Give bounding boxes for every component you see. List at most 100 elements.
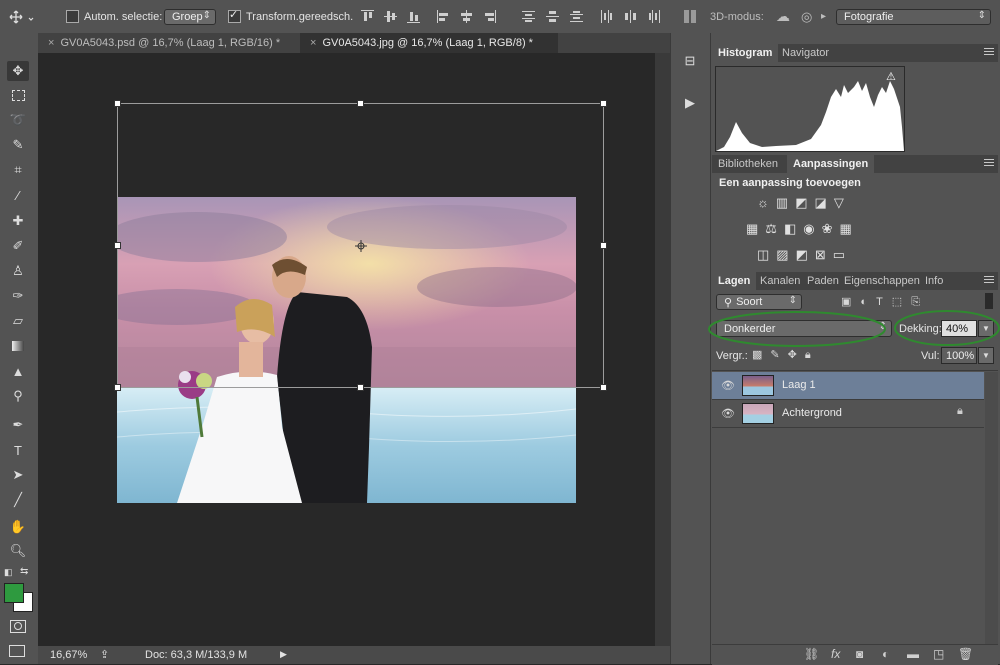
blur-tool-icon[interactable]: ▲ bbox=[7, 361, 29, 381]
fill-input[interactable]: 100% bbox=[941, 347, 977, 364]
gradient-map-filter-icon[interactable]: ▽ bbox=[834, 195, 851, 210]
brush-tool-icon[interactable]: ✐ bbox=[7, 236, 29, 256]
move-tool-icon[interactable]: ✥ bbox=[7, 61, 29, 81]
tab-histogram[interactable]: Histogram bbox=[712, 44, 779, 62]
new-layer-icon[interactable]: ◳ bbox=[933, 647, 944, 661]
gradient-map-icon[interactable]: ▭ bbox=[833, 247, 852, 262]
layer-row-achtergrond[interactable]: 👁︎ Achtergrond 🔒︎ bbox=[712, 400, 984, 428]
selective-color-icon[interactable]: ⊠ bbox=[815, 247, 833, 262]
brightness-icon[interactable]: ☼ bbox=[757, 195, 776, 210]
type-tool-icon[interactable]: T bbox=[7, 440, 29, 460]
share-icon[interactable]: ⇪ bbox=[100, 648, 109, 661]
layer-name[interactable]: Achtergrond bbox=[782, 407, 842, 419]
quick-mask-icon[interactable] bbox=[10, 620, 26, 633]
tab-adjustments[interactable]: Aanpassingen bbox=[787, 155, 875, 173]
lock-position-icon[interactable]: ✥ bbox=[788, 349, 805, 361]
gradient-tool-icon[interactable] bbox=[7, 336, 29, 356]
color-balance-icon[interactable]: ⚖ bbox=[765, 221, 784, 236]
fill-slider-arrow-icon[interactable]: ▼ bbox=[978, 347, 994, 364]
auto-select-check[interactable] bbox=[66, 10, 79, 23]
history-brush-tool-icon[interactable]: ✑ bbox=[7, 286, 29, 306]
layer-style-fx-icon[interactable]: fx bbox=[831, 647, 840, 661]
crop-tool-icon[interactable]: ⌗ bbox=[7, 160, 29, 180]
distribute-left-icon[interactable] bbox=[600, 10, 613, 23]
color-lookup-icon[interactable]: ▦ bbox=[840, 221, 859, 236]
tab-navigator[interactable]: Navigator bbox=[776, 44, 835, 62]
channel-mixer-icon[interactable]: ❀ bbox=[822, 221, 840, 236]
3d-more-icon[interactable]: ▸ bbox=[821, 0, 826, 33]
transform-bounding-box[interactable] bbox=[110, 96, 612, 396]
new-group-icon[interactable]: ▬ bbox=[907, 647, 919, 661]
workspace-dropdown[interactable]: Fotografie bbox=[836, 0, 991, 33]
tab-channels[interactable]: Kanalen bbox=[754, 272, 806, 290]
status-menu-arrow-icon[interactable]: ▶ bbox=[280, 649, 287, 660]
document-tab-jpg[interactable]: × GV0A5043.jpg @ 16,7% (Laag 1, RGB/8) * bbox=[300, 33, 558, 53]
eraser-tool-icon[interactable]: ▱ bbox=[7, 311, 29, 331]
align-top-icon[interactable] bbox=[361, 10, 374, 23]
posterize-icon[interactable]: ▨ bbox=[776, 247, 795, 262]
type-filter-icon[interactable]: T bbox=[876, 296, 892, 308]
path-select-tool-icon[interactable]: ➤ bbox=[7, 465, 29, 485]
screen-mode-icon[interactable] bbox=[9, 645, 25, 657]
transform-controls-checkbox[interactable]: Transform.gereedsch. bbox=[228, 0, 353, 33]
visibility-eye-icon[interactable]: 👁︎ bbox=[721, 379, 735, 392]
auto-select-dropdown[interactable]: Groep bbox=[164, 0, 216, 33]
filter-toggle-switch[interactable] bbox=[985, 293, 993, 309]
zoom-level[interactable]: 16,67% bbox=[50, 649, 87, 661]
new-adjustment-layer-icon[interactable]: ◐ bbox=[882, 647, 889, 661]
distribute-bottom-icon[interactable] bbox=[570, 10, 583, 23]
hand-tool-icon[interactable]: ✋ bbox=[7, 517, 29, 537]
tab-libraries[interactable]: Bibliotheken bbox=[712, 155, 784, 173]
dodge-tool-icon[interactable]: ⚲ bbox=[7, 386, 29, 406]
panel-menu-icon[interactable] bbox=[984, 159, 994, 168]
black-white-icon[interactable]: ◧ bbox=[784, 221, 803, 236]
canvas-vertical-scrollbar[interactable] bbox=[655, 53, 670, 646]
3d-orbit-icon[interactable]: ☁ bbox=[776, 0, 790, 33]
pixel-filter-icon[interactable]: ▣ bbox=[841, 296, 860, 308]
history-panel-icon[interactable]: ⊟ bbox=[680, 53, 700, 73]
default-colors-icon[interactable]: ◧ bbox=[4, 567, 13, 578]
move-tool-preset-icon[interactable] bbox=[8, 0, 38, 33]
align-hcenter-icon[interactable] bbox=[460, 10, 473, 23]
transform-check[interactable] bbox=[228, 8, 241, 23]
layer-name[interactable]: Laag 1 bbox=[782, 379, 816, 391]
eyedropper-tool-icon[interactable]: ⁄ bbox=[7, 185, 29, 205]
healing-brush-tool-icon[interactable]: ✚ bbox=[7, 211, 29, 231]
distribute-top-icon[interactable] bbox=[522, 10, 535, 23]
tab-layers[interactable]: Lagen bbox=[712, 272, 757, 290]
invert-icon[interactable]: ◫ bbox=[757, 247, 776, 262]
exposure-icon[interactable]: ◪ bbox=[815, 195, 834, 210]
align-right-icon[interactable] bbox=[483, 10, 496, 23]
link-layers-icon[interactable]: ⛓ bbox=[804, 647, 819, 661]
distribute-right-icon[interactable] bbox=[648, 10, 661, 23]
warning-icon[interactable]: ⚠ bbox=[886, 70, 896, 83]
vibrance-icon[interactable]: ▦ bbox=[746, 221, 765, 236]
delete-layer-icon[interactable]: 🗑︎ bbox=[958, 647, 973, 661]
panel-menu-icon[interactable] bbox=[984, 276, 994, 285]
adjustment-filter-icon[interactable]: ◐ bbox=[860, 296, 876, 308]
swap-colors-icon[interactable]: ⇆ bbox=[20, 566, 28, 577]
align-bottom-icon[interactable] bbox=[407, 10, 420, 23]
zoom-tool-icon[interactable]: 🔍︎ bbox=[7, 541, 29, 561]
lasso-tool-icon[interactable]: ➰ bbox=[7, 110, 29, 130]
photo-filter-icon[interactable]: ◉ bbox=[803, 221, 821, 236]
auto-align-icon[interactable] bbox=[684, 10, 697, 23]
threshold-icon[interactable]: ◩ bbox=[796, 247, 815, 262]
layer-filter-dropdown[interactable]: ⚲ Soort bbox=[716, 294, 802, 310]
document-tab-psd[interactable]: × GV0A5043.psd @ 16,7% (Laag 1, RGB/16) … bbox=[38, 33, 300, 53]
marquee-tool-icon[interactable] bbox=[7, 85, 29, 105]
clone-stamp-tool-icon[interactable]: ♙ bbox=[7, 261, 29, 281]
3d-roll-icon[interactable]: ◎ bbox=[801, 0, 812, 33]
auto-select-checkbox[interactable]: Autom. selectie: bbox=[66, 0, 162, 33]
foreground-color-swatch[interactable] bbox=[4, 583, 24, 603]
close-tab-icon[interactable]: × bbox=[310, 37, 316, 49]
pen-tool-icon[interactable]: ✒ bbox=[7, 415, 29, 435]
actions-panel-icon[interactable]: ▶ bbox=[680, 95, 700, 115]
layer-row-laag-1[interactable]: 👁︎ Laag 1 bbox=[712, 372, 984, 400]
close-tab-icon[interactable]: × bbox=[48, 37, 54, 49]
quick-select-tool-icon[interactable]: ✎ bbox=[7, 135, 29, 155]
shape-filter-icon[interactable]: ⬚ bbox=[892, 296, 911, 308]
levels-icon[interactable]: ▥ bbox=[776, 195, 795, 210]
layers-scrollbar[interactable] bbox=[985, 372, 998, 644]
align-left-icon[interactable] bbox=[437, 10, 450, 23]
